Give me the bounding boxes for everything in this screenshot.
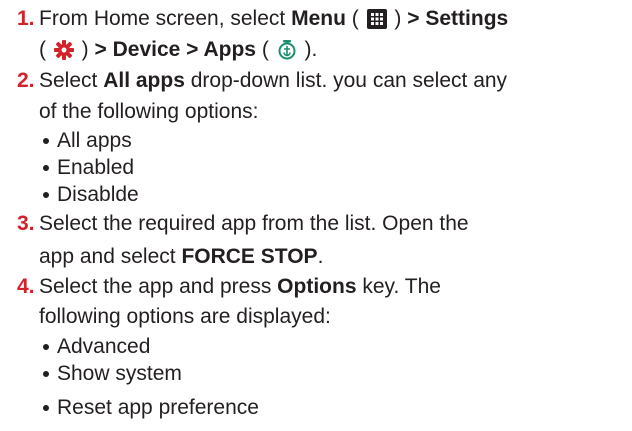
step-number: 2. <box>17 69 35 92</box>
bullet-dot <box>43 371 49 377</box>
step-number: 4. <box>17 275 35 298</box>
bullet-dot <box>43 405 49 411</box>
settings-gear-icon <box>53 40 74 60</box>
all-apps-label: All apps <box>103 69 185 92</box>
apps-label: Apps <box>203 38 256 61</box>
bullet-dot <box>43 344 49 350</box>
apps-icon <box>278 40 296 60</box>
bullet-dot <box>43 165 49 171</box>
menu-label: Menu <box>291 7 346 30</box>
options-label: Options <box>277 275 357 298</box>
bullet-dot <box>43 192 49 198</box>
device-label: Device <box>112 38 181 61</box>
step-number: 1. <box>17 7 35 30</box>
bullet-dot <box>43 138 49 144</box>
settings-label: Settings <box>425 7 509 30</box>
force-stop-label: FORCE STOP <box>181 245 318 268</box>
step-number: 3. <box>17 212 35 235</box>
menu-grid-icon <box>366 9 387 29</box>
